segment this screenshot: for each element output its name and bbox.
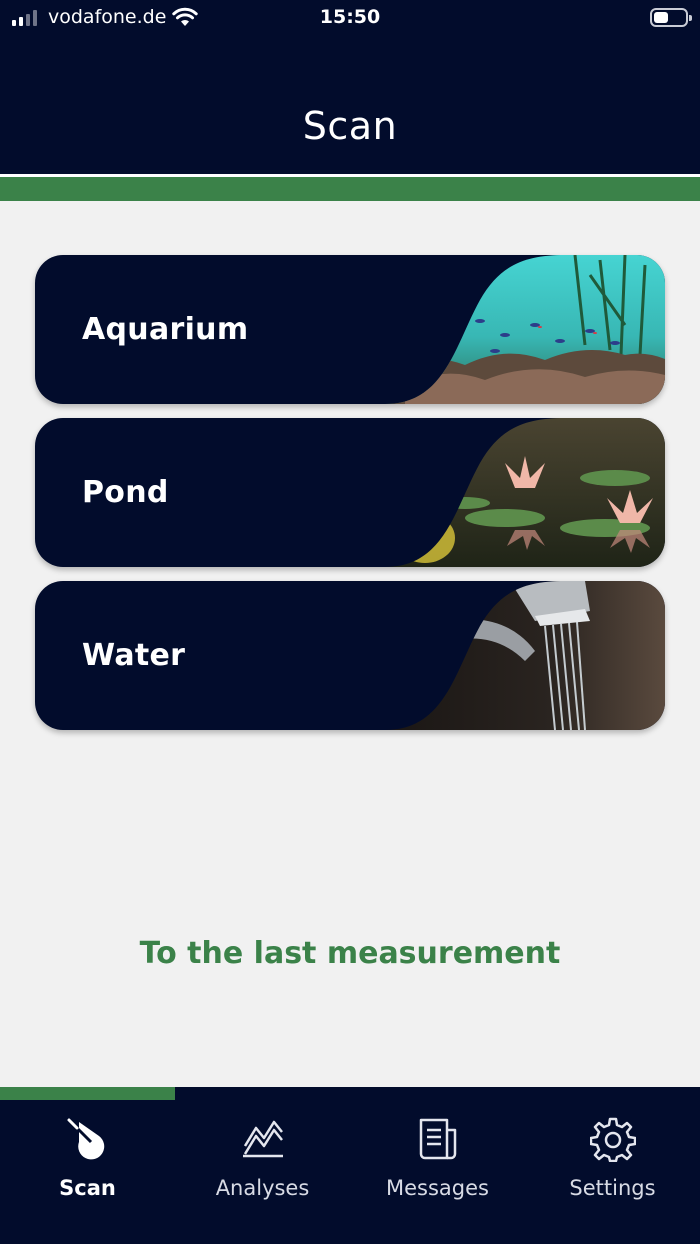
- tab-scan[interactable]: Scan: [0, 1100, 175, 1244]
- header-progress-fill: [0, 177, 700, 201]
- water-drop-icon: [67, 1118, 105, 1160]
- last-measurement-link[interactable]: To the last measurement: [0, 936, 700, 971]
- tab-progress-bar: [0, 1087, 700, 1100]
- page-title: Scan: [302, 104, 398, 148]
- tab-settings[interactable]: Settings: [525, 1100, 700, 1244]
- status-bar: vodafone.de 15:50: [0, 0, 700, 36]
- tab-analyses[interactable]: Analyses: [175, 1100, 350, 1244]
- battery-icon: [650, 8, 692, 27]
- tab-label: Settings: [569, 1176, 656, 1200]
- card-pond[interactable]: Pond: [35, 418, 665, 567]
- faucet-photo: [385, 581, 665, 730]
- header-progress-bar: [0, 177, 700, 201]
- water-lily-photo: [385, 418, 665, 567]
- clock: 15:50: [319, 6, 381, 28]
- card-aquarium[interactable]: Aquarium: [35, 255, 665, 404]
- tab-bar: Scan Analyses Messages Settings: [0, 1100, 700, 1244]
- tab-label: Scan: [59, 1176, 116, 1200]
- tab-label: Messages: [386, 1176, 489, 1200]
- chart-icon: [243, 1120, 283, 1158]
- tab-label: Analyses: [215, 1176, 310, 1200]
- top-bar: vodafone.de 15:50 Scan: [0, 0, 700, 174]
- newspaper-icon: [419, 1118, 457, 1160]
- gear-icon: [590, 1117, 636, 1162]
- tab-progress-fill: [0, 1087, 175, 1100]
- card-label: Pond: [82, 475, 169, 510]
- tab-messages[interactable]: Messages: [350, 1100, 525, 1244]
- card-label: Aquarium: [82, 312, 249, 347]
- aquarium-photo: [385, 255, 665, 404]
- card-water[interactable]: Water: [35, 581, 665, 730]
- card-label: Water: [82, 638, 186, 673]
